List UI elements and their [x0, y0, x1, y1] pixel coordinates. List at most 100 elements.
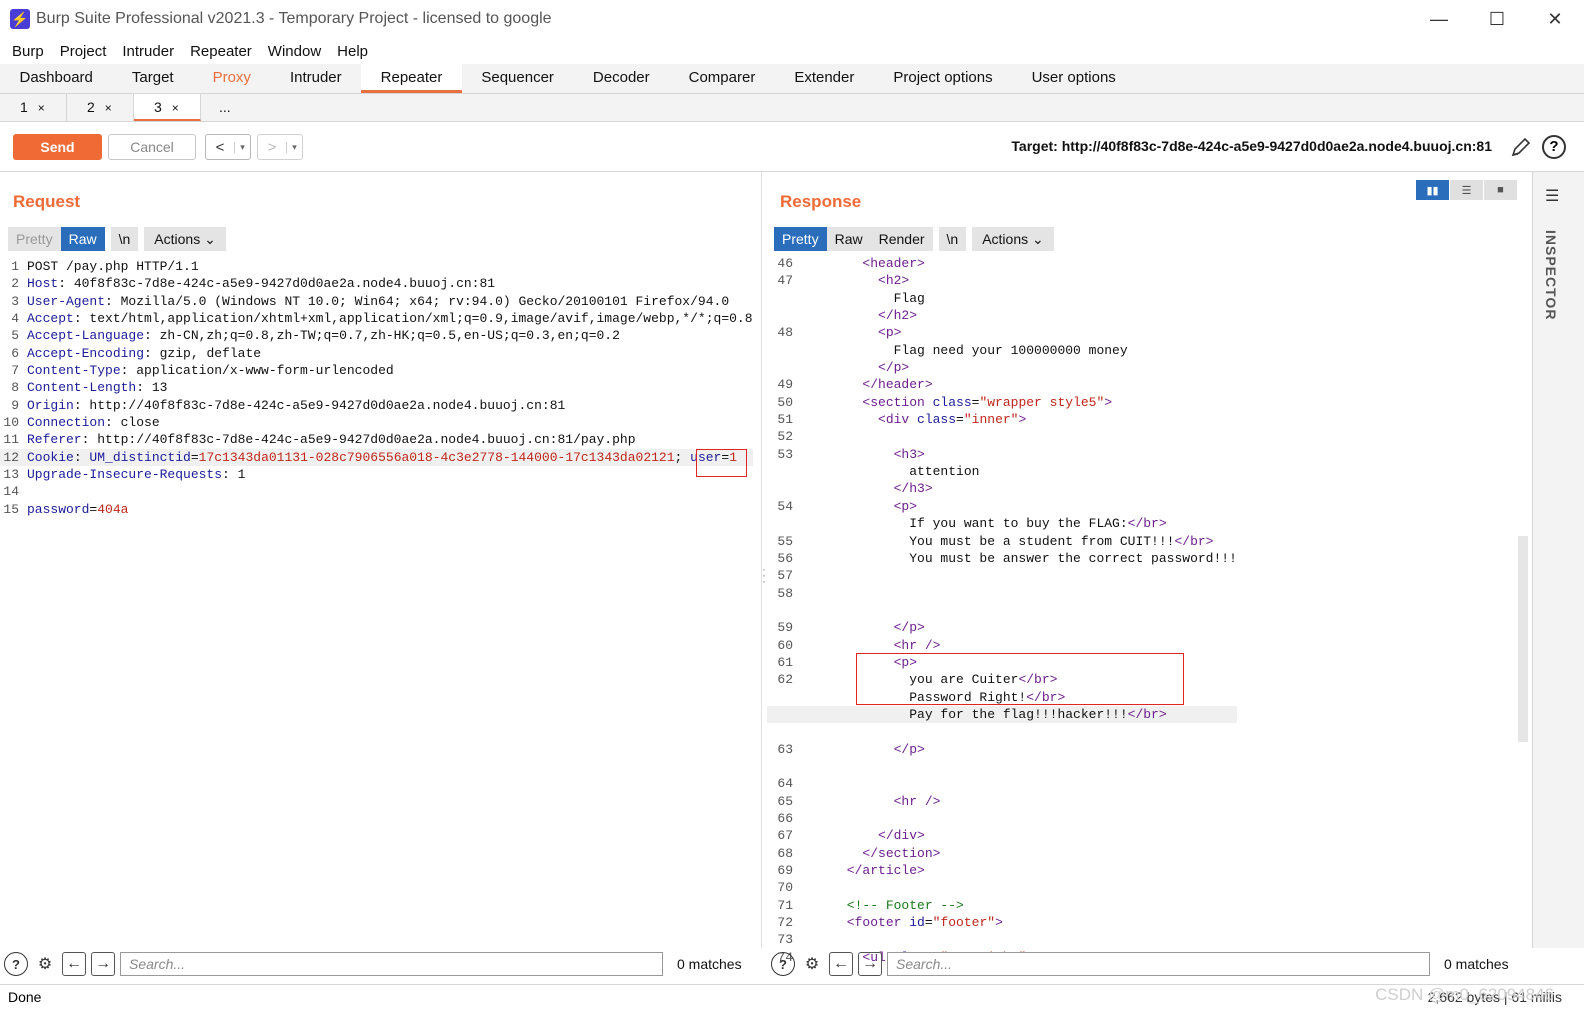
minimize-button[interactable]: —: [1410, 0, 1468, 38]
code-token: =: [190, 449, 199, 465]
tab-intruder[interactable]: Intruder: [270, 64, 361, 93]
response-raw-tab[interactable]: Raw: [826, 227, 871, 251]
line-number: 62: [777, 672, 793, 688]
help-icon[interactable]: ?: [771, 952, 795, 976]
code-token: >: [1018, 412, 1027, 428]
back-button[interactable]: < ▾: [205, 134, 251, 160]
code-token: >: [1104, 394, 1113, 410]
code-line: 67 </div>: [767, 827, 1237, 844]
request-newline-toggle[interactable]: \n: [110, 227, 139, 251]
repeater-tab-3[interactable]: 3 ×: [134, 94, 201, 121]
code-token: =: [924, 915, 933, 931]
settings-gear-icon[interactable]: ⚙: [33, 952, 57, 976]
close-tab-icon[interactable]: ×: [172, 101, 179, 115]
code-token: class: [932, 394, 972, 410]
tabs-layout-icon[interactable]: ■: [1484, 180, 1517, 200]
tab-proxy[interactable]: Proxy: [193, 64, 270, 93]
response-pane: Response ▮▮ ☰ ■ Pretty Raw Render \n Act…: [767, 172, 1531, 965]
menu-help[interactable]: Help: [329, 43, 376, 60]
tab-comparer[interactable]: Comparer: [669, 64, 775, 93]
help-icon[interactable]: ?: [4, 952, 28, 976]
code-token: : 1: [222, 467, 246, 483]
repeater-toolbar: Send Cancel < ▾ > ▾ Target: http://40f8f…: [0, 122, 1584, 172]
edit-target-pencil-icon[interactable]: [1510, 136, 1532, 158]
split-vertical-layout-icon[interactable]: ☰: [1450, 180, 1483, 200]
title-bar: ⚡ Burp Suite Professional v2021.3 - Temp…: [0, 0, 1584, 38]
inspector-menu-icon[interactable]: ☰: [1545, 186, 1559, 206]
close-tab-icon[interactable]: ×: [38, 101, 45, 115]
layout-toggles: ▮▮ ☰ ■: [1415, 180, 1517, 200]
code-token: </p>: [800, 360, 910, 376]
repeater-tab-2[interactable]: 2 ×: [67, 94, 134, 121]
previous-match-arrow-icon[interactable]: ←: [62, 952, 86, 976]
settings-gear-icon[interactable]: ⚙: [800, 952, 824, 976]
line-number: 65: [777, 793, 793, 809]
code-token: "footer": [932, 915, 996, 931]
code-token: </br>: [1127, 706, 1167, 722]
line-number: 1: [11, 259, 19, 274]
code-token: Password Right!: [800, 689, 1027, 705]
code-token: </section>: [800, 845, 941, 861]
code-token: "inner": [963, 412, 1019, 428]
response-actions-menu[interactable]: Actions ⌄: [972, 227, 1054, 251]
code-token: Connection: [27, 415, 106, 431]
menu-repeater[interactable]: Repeater: [182, 43, 260, 60]
tab-repeater[interactable]: Repeater: [361, 64, 462, 93]
forward-button[interactable]: > ▾: [257, 134, 303, 160]
tab-sequencer[interactable]: Sequencer: [462, 64, 574, 93]
request-editor[interactable]: 1 POST /pay.php HTTP/1.1 2 Host: 40f8f83c-7…: [0, 258, 753, 518]
code-token: <hr />: [800, 793, 941, 809]
response-search-input[interactable]: [887, 952, 1430, 976]
tab-decoder[interactable]: Decoder: [573, 64, 669, 93]
menu-window[interactable]: Window: [260, 43, 329, 60]
code-line: 70: [767, 879, 1237, 896]
request-raw-tab[interactable]: Raw: [60, 227, 105, 251]
code-token: UM_distinctid: [89, 449, 191, 465]
response-newline-toggle[interactable]: \n: [938, 227, 967, 251]
window-controls: — ☐ ✕: [1410, 0, 1584, 38]
tab-extender[interactable]: Extender: [775, 64, 874, 93]
chevron-down-icon: ⌄: [1032, 231, 1044, 247]
line-number: 46: [777, 256, 793, 271]
send-button[interactable]: Send: [13, 134, 102, 160]
request-actions-menu[interactable]: Actions ⌄: [144, 227, 226, 251]
tab-target[interactable]: Target: [112, 64, 193, 93]
response-render-tab[interactable]: Render: [870, 227, 933, 251]
menu-project[interactable]: Project: [52, 43, 115, 60]
burp-logo-icon: ⚡: [10, 9, 30, 29]
menu-intruder[interactable]: Intruder: [114, 43, 182, 60]
line-number: 67: [777, 828, 793, 844]
code-line: 73: [767, 931, 1237, 948]
help-icon[interactable]: ?: [1542, 135, 1566, 159]
response-editor[interactable]: 46 <header> 47 <h2> Flag </h2> 48 <p> Flag…: [767, 255, 1237, 966]
forward-dropdown-icon[interactable]: ▾: [286, 141, 302, 153]
maximize-button[interactable]: ☐: [1468, 0, 1526, 38]
repeater-tab-1[interactable]: 1 ×: [0, 94, 67, 121]
repeater-tabs: 1 × 2 × 3 × ...: [0, 94, 1584, 122]
request-pretty-tab[interactable]: Pretty: [8, 227, 61, 251]
request-search-bar: ? ⚙ ← → 0 matches: [4, 950, 742, 978]
new-tab-button[interactable]: ...: [201, 94, 251, 121]
request-search-input[interactable]: [120, 952, 663, 976]
response-pretty-tab[interactable]: Pretty: [774, 227, 827, 251]
next-match-arrow-icon[interactable]: →: [858, 952, 882, 976]
tab-project-options[interactable]: Project options: [874, 64, 1012, 93]
previous-match-arrow-icon[interactable]: ←: [829, 952, 853, 976]
code-line: 69 </article>: [767, 862, 1237, 879]
close-tab-icon[interactable]: ×: [105, 101, 112, 115]
response-scrollbar[interactable]: [1518, 536, 1528, 742]
menu-burp[interactable]: Burp: [4, 43, 52, 60]
code-token: Accept-Encoding: [27, 345, 145, 361]
tab-dashboard[interactable]: Dashboard: [0, 64, 112, 93]
inspector-tab[interactable]: INSPECTOR: [1543, 230, 1559, 320]
split-horizontal-layout-icon[interactable]: ▮▮: [1416, 180, 1449, 200]
code-token: <: [800, 256, 871, 271]
code-token: password: [27, 501, 90, 517]
next-match-arrow-icon[interactable]: →: [91, 952, 115, 976]
tab-user-options[interactable]: User options: [1012, 64, 1135, 93]
cancel-button[interactable]: Cancel: [108, 134, 196, 160]
back-dropdown-icon[interactable]: ▾: [234, 141, 250, 153]
request-view-bar: Pretty Raw \n Actions ⌄: [8, 227, 226, 251]
close-button[interactable]: ✕: [1526, 0, 1584, 38]
